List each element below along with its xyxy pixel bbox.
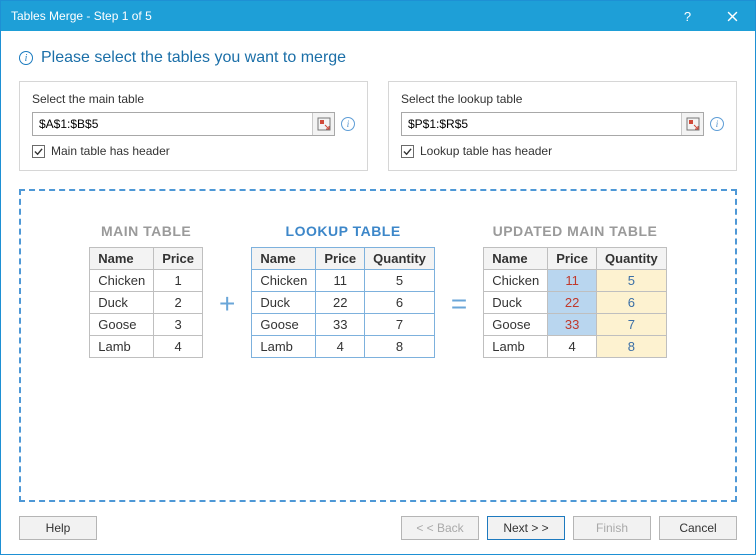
heading-row: i Please select the tables you want to m…: [19, 49, 737, 67]
table-header-row: Name Price Quantity: [484, 248, 667, 270]
col-qty: Quantity: [365, 248, 435, 270]
table-row: Duck226: [484, 292, 667, 314]
table-header-row: Name Price: [90, 248, 203, 270]
lookup-table-block: LOOKUP TABLE Name Price Quantity Chicken…: [251, 223, 435, 358]
lookup-table-title: LOOKUP TABLE: [286, 223, 401, 239]
col-name: Name: [252, 248, 316, 270]
col-price: Price: [154, 248, 203, 270]
lookup-table-label: Select the lookup table: [401, 92, 724, 106]
close-icon: [727, 11, 738, 22]
dialog-body: i Please select the tables you want to m…: [1, 31, 755, 554]
preview-panel: MAIN TABLE Name Price Chicken1 Duck2 Goo…: [19, 189, 737, 502]
main-header-checkbox-label: Main table has header: [51, 144, 170, 158]
table-row: Duck2: [90, 292, 203, 314]
heading-text: Please select the tables you want to mer…: [41, 49, 346, 67]
help-titlebar-button[interactable]: ?: [665, 1, 710, 31]
info-icon[interactable]: i: [341, 117, 355, 131]
main-table-range-input[interactable]: [32, 112, 335, 136]
main-table-label: Select the main table: [32, 92, 355, 106]
lookup-table-group: Select the lookup table i: [388, 81, 737, 171]
range-picker-icon: [317, 117, 331, 131]
updated-table-title: UPDATED MAIN TABLE: [493, 223, 658, 239]
footer: Help < < Back Next > > Finish Cancel: [19, 502, 737, 540]
equals-operator: =: [447, 290, 471, 318]
close-button[interactable]: [710, 1, 755, 31]
col-price: Price: [316, 248, 365, 270]
lookup-table-range-picker-button[interactable]: [681, 113, 703, 135]
next-button[interactable]: Next > >: [487, 516, 565, 540]
info-icon[interactable]: i: [710, 117, 724, 131]
table-row: Duck226: [252, 292, 435, 314]
lookup-table-input-row: i: [401, 112, 724, 136]
window-title: Tables Merge - Step 1 of 5: [11, 9, 665, 23]
main-table-input-row: i: [32, 112, 355, 136]
table-row: Chicken115: [484, 270, 667, 292]
main-table-block: MAIN TABLE Name Price Chicken1 Duck2 Goo…: [89, 223, 203, 358]
checkmark-icon: [403, 147, 412, 156]
table-row: Lamb4: [90, 336, 203, 358]
plus-operator: +: [215, 290, 239, 318]
col-qty: Quantity: [597, 248, 667, 270]
finish-button: Finish: [573, 516, 651, 540]
range-picker-icon: [686, 117, 700, 131]
lookup-header-checkbox-label: Lookup table has header: [420, 144, 552, 158]
cancel-button[interactable]: Cancel: [659, 516, 737, 540]
updated-table-block: UPDATED MAIN TABLE Name Price Quantity C…: [483, 223, 667, 358]
table-row: Lamb48: [484, 336, 667, 358]
titlebar: Tables Merge - Step 1 of 5 ?: [1, 1, 755, 31]
lookup-table: Name Price Quantity Chicken115 Duck226 G…: [251, 247, 435, 358]
table-row: Goose337: [484, 314, 667, 336]
col-name: Name: [90, 248, 154, 270]
main-table: Name Price Chicken1 Duck2 Goose3 Lamb4: [89, 247, 203, 358]
table-row: Chicken115: [252, 270, 435, 292]
checkmark-icon: [34, 147, 43, 156]
info-icon: i: [19, 51, 33, 65]
main-table-title: MAIN TABLE: [101, 223, 191, 239]
dialog-window: Tables Merge - Step 1 of 5 ? i Please se…: [0, 0, 756, 555]
table-row: Goose337: [252, 314, 435, 336]
table-row: Goose3: [90, 314, 203, 336]
selector-row: Select the main table i: [19, 81, 737, 171]
main-table-range-field[interactable]: [33, 113, 312, 135]
table-row: Lamb48: [252, 336, 435, 358]
preview-row: MAIN TABLE Name Price Chicken1 Duck2 Goo…: [47, 223, 709, 358]
lookup-header-checkbox[interactable]: [401, 145, 414, 158]
lookup-table-range-field[interactable]: [402, 113, 681, 135]
main-header-checkbox-row[interactable]: Main table has header: [32, 144, 355, 158]
lookup-table-range-input[interactable]: [401, 112, 704, 136]
lookup-header-checkbox-row[interactable]: Lookup table has header: [401, 144, 724, 158]
updated-table: Name Price Quantity Chicken115 Duck226 G…: [483, 247, 667, 358]
help-button[interactable]: Help: [19, 516, 97, 540]
back-button: < < Back: [401, 516, 479, 540]
main-table-group: Select the main table i: [19, 81, 368, 171]
col-name: Name: [484, 248, 548, 270]
table-row: Chicken1: [90, 270, 203, 292]
main-table-range-picker-button[interactable]: [312, 113, 334, 135]
main-header-checkbox[interactable]: [32, 145, 45, 158]
table-header-row: Name Price Quantity: [252, 248, 435, 270]
col-price: Price: [548, 248, 597, 270]
